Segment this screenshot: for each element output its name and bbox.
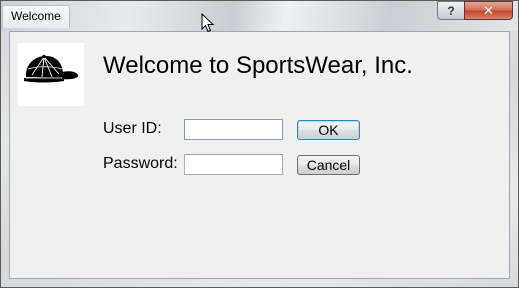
mouse-pointer-icon: [201, 13, 215, 33]
window-title: Welcome: [2, 5, 70, 28]
close-icon: ✕: [483, 2, 494, 18]
cancel-button[interactable]: Cancel: [297, 155, 360, 175]
password-field[interactable]: [184, 154, 283, 175]
help-button[interactable]: ?: [437, 1, 465, 20]
user-id-label: User ID:: [103, 120, 162, 137]
close-button[interactable]: ✕: [464, 1, 513, 20]
title-bar[interactable]: Welcome ? ✕: [1, 1, 518, 31]
dialog-content: Welcome to SportsWear, Inc. User ID: OK …: [9, 31, 510, 279]
user-id-field[interactable]: [184, 119, 283, 140]
ok-button[interactable]: OK: [297, 120, 360, 140]
baseball-cap-icon: [24, 54, 79, 83]
welcome-dialog: Welcome ? ✕ Welcome to SportsWear, Inc. …: [0, 0, 519, 288]
password-label: Password:: [103, 155, 178, 172]
logo: [18, 43, 84, 106]
welcome-heading: Welcome to SportsWear, Inc.: [103, 52, 413, 79]
help-icon: ?: [447, 3, 455, 18]
